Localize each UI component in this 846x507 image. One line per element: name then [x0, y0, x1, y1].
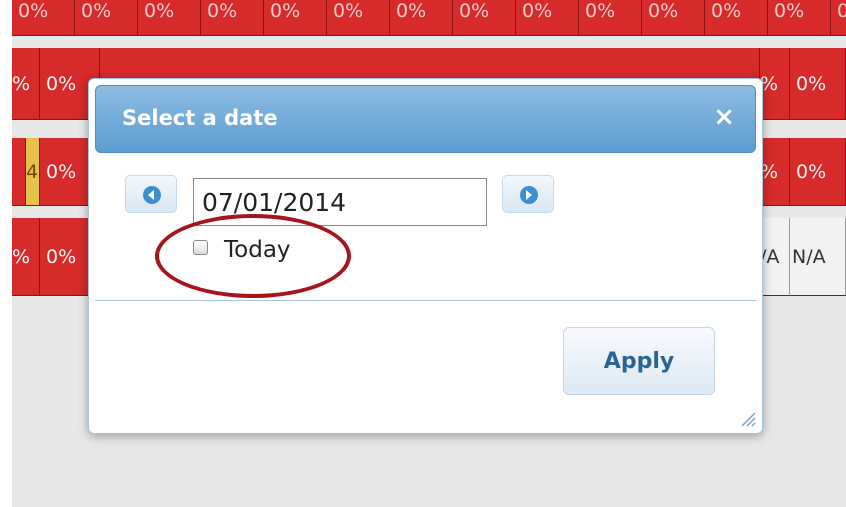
dialog-title: Select a date	[122, 106, 278, 130]
date-picker-dialog: Select a date × Today Apply	[88, 78, 763, 434]
resize-grip-icon[interactable]	[738, 409, 756, 427]
arrow-right-glyph	[526, 190, 532, 200]
grid-cell: %	[760, 138, 790, 206]
grid-cell: 0%	[579, 0, 642, 36]
next-date-button[interactable]	[502, 175, 554, 213]
grid-cell: 0%	[705, 0, 768, 36]
grid-cell: 0%	[642, 0, 705, 36]
grid-cell: 0%	[768, 0, 831, 36]
grid-cell: 0%	[264, 0, 327, 36]
grid-cell: 0%	[790, 48, 846, 120]
arrow-left-glyph	[148, 190, 154, 200]
grid-cell: 0%	[12, 0, 75, 36]
grid-cell: 0%	[790, 138, 846, 206]
grid-row-1: 0% 0% 0% 0% 0% 0% 0% 0% 0% 0% 0% 0% 0% 0…	[12, 0, 846, 36]
annotation-circle	[155, 214, 351, 298]
grid-cell: 0%	[453, 0, 516, 36]
apply-button[interactable]: Apply	[563, 327, 715, 395]
grid-cell: %	[760, 48, 790, 120]
grid-cell: 0%	[75, 0, 138, 36]
grid-cell: 0%	[831, 0, 846, 36]
grid-cell: 0%	[390, 0, 453, 36]
dialog-header[interactable]: Select a date ×	[95, 85, 756, 153]
grid-cell: N/A	[790, 218, 846, 296]
grid-cell: 0%	[138, 0, 201, 36]
grid-cell: 0%	[327, 0, 390, 36]
grid-cell	[12, 138, 26, 206]
dialog-divider	[95, 300, 756, 301]
grid-cell-highlight: 4	[26, 138, 40, 206]
grid-cell: %	[12, 48, 40, 120]
grid-cell: 0%	[201, 0, 264, 36]
previous-date-button[interactable]	[125, 175, 177, 213]
grid-cell: 0%	[516, 0, 579, 36]
grid-cell: /A	[760, 218, 790, 296]
grid-cell: %	[12, 218, 40, 296]
close-icon[interactable]: ×	[713, 104, 735, 130]
